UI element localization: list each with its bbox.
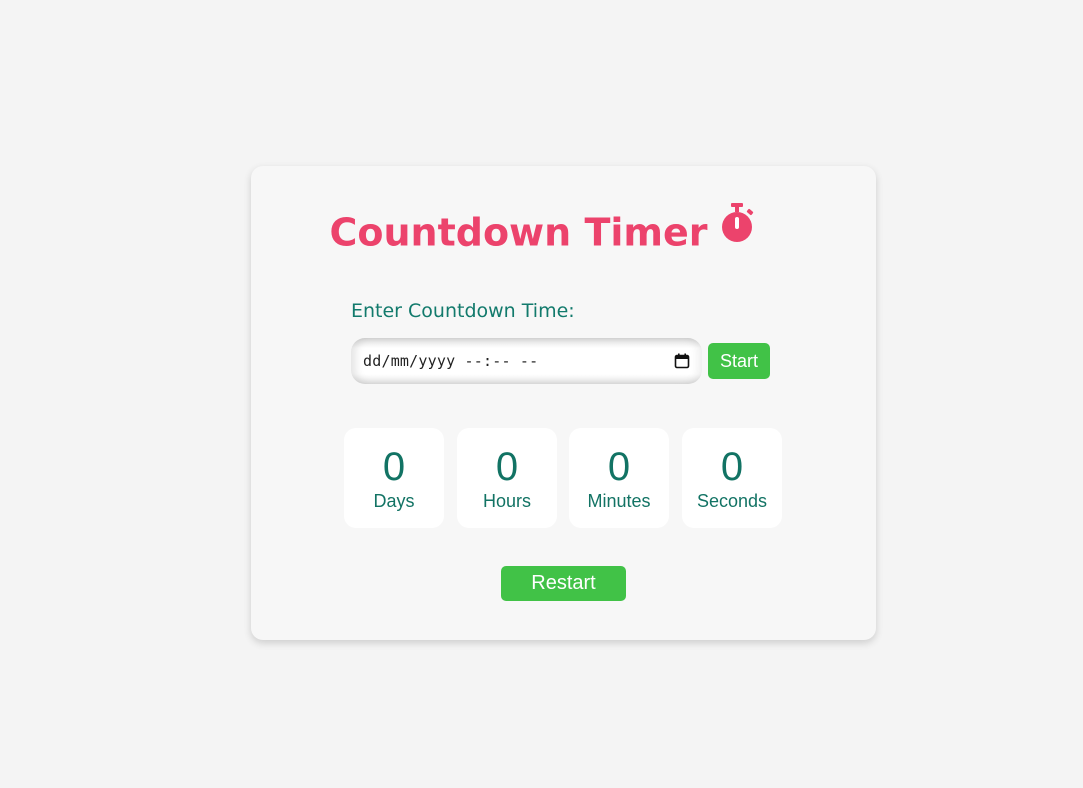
countdown-datetime-input[interactable]: dd/mm/yyyy --:-- -- bbox=[351, 338, 702, 384]
calendar-icon[interactable] bbox=[674, 353, 690, 369]
timer-box-days: 0 Days bbox=[344, 428, 444, 528]
seconds-label: Seconds bbox=[696, 491, 768, 511]
hours-label: Hours bbox=[482, 491, 531, 511]
title-text: Countdown Timer bbox=[329, 210, 708, 255]
countdown-input-label: Enter Countdown Time: bbox=[351, 300, 575, 322]
timer-box-seconds: 0 Seconds bbox=[682, 428, 782, 528]
days-value: 0 bbox=[382, 445, 406, 489]
timer-box-minutes: 0 Minutes bbox=[569, 428, 669, 528]
restart-button[interactable]: Restart bbox=[501, 566, 626, 601]
timer-box-hours: 0 Hours bbox=[457, 428, 557, 528]
start-button[interactable]: Start bbox=[708, 343, 770, 379]
hours-value: 0 bbox=[495, 445, 519, 489]
minutes-value: 0 bbox=[607, 445, 631, 489]
days-label: Days bbox=[373, 491, 415, 511]
minutes-label: Minutes bbox=[587, 491, 651, 511]
seconds-value: 0 bbox=[720, 445, 744, 489]
datetime-placeholder: dd/mm/yyyy --:-- -- bbox=[363, 352, 539, 370]
stopwatch-icon bbox=[720, 202, 754, 258]
page-title: Countdown Timer bbox=[0, 202, 1083, 261]
